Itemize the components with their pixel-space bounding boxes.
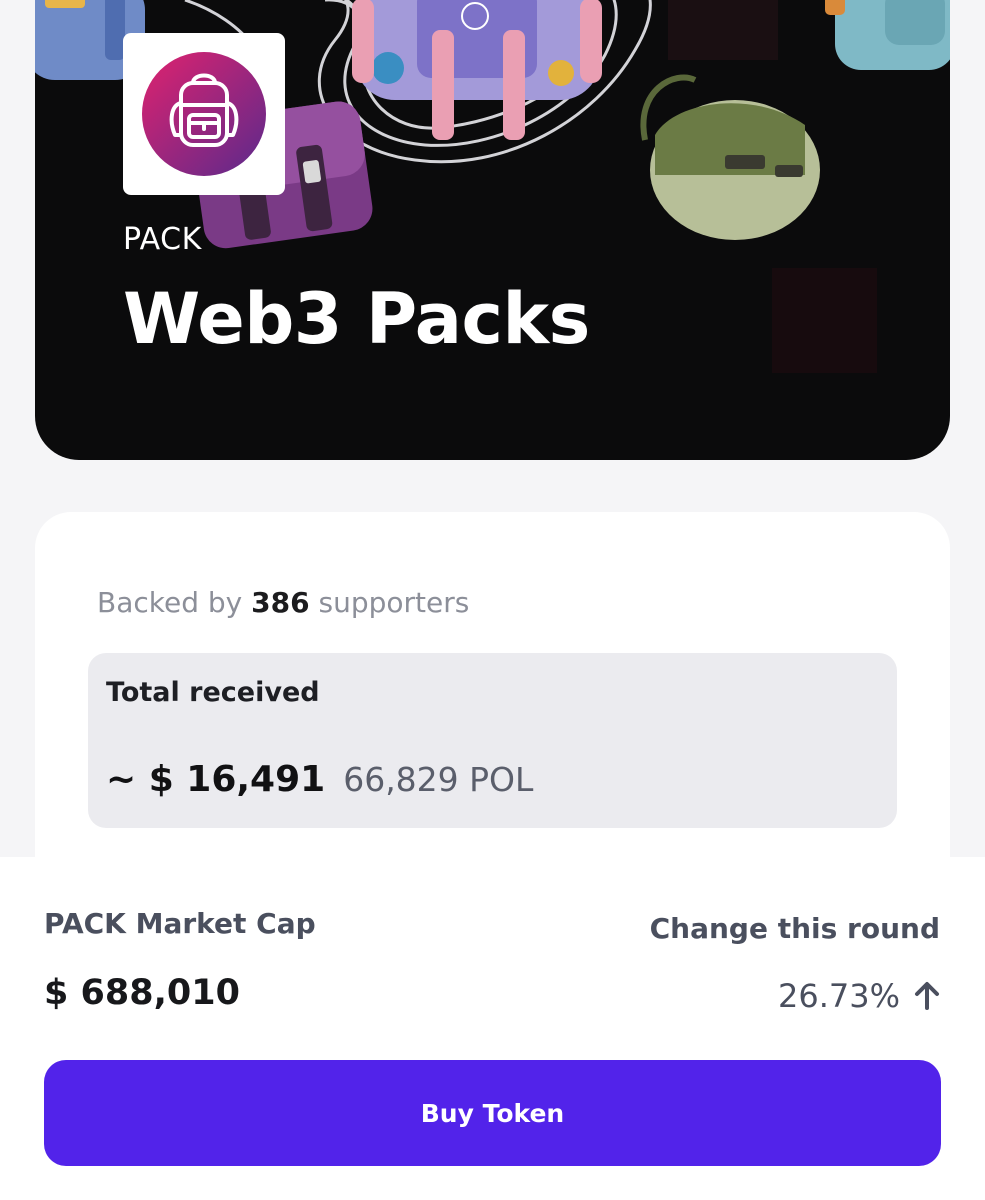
change-value-row: 26.73%: [778, 977, 940, 1015]
buy-token-button[interactable]: Buy Token: [44, 1060, 941, 1166]
hero-banner: PACK Web3 Packs: [35, 0, 950, 460]
supporters-count: 386: [251, 586, 310, 619]
project-logo: [123, 33, 285, 195]
backers-line: Backed by 386 supporters: [97, 586, 469, 619]
trade-sheet: PACK Market Cap $ 688,010 Change this ro…: [0, 857, 985, 1200]
total-received-label: Total received: [106, 677, 320, 708]
project-page: PACK Web3 Packs Backed by 386 supporters…: [0, 0, 985, 1200]
total-received-pol: 66,829 POL: [343, 760, 534, 799]
total-received-values: ~ $ 16,491 66,829 POL: [106, 759, 533, 800]
arrow-up-icon: [915, 982, 939, 1010]
project-title: Web3 Packs: [123, 278, 590, 360]
market-cap-value: $ 688,010: [44, 973, 240, 1013]
project-ticker: PACK: [123, 222, 202, 257]
backed-prefix: Backed by: [97, 586, 243, 619]
change-label: Change this round: [649, 912, 940, 945]
market-cap-label: PACK Market Cap: [44, 907, 316, 940]
total-received-box: Total received ~ $ 16,491 66,829 POL: [88, 653, 897, 828]
change-value: 26.73%: [777, 977, 900, 1015]
backed-suffix: supporters: [318, 586, 470, 619]
backpack-icon: [142, 52, 266, 176]
total-received-usd: ~ $ 16,491: [106, 759, 326, 800]
funding-card: Backed by 386 supporters Total received …: [35, 512, 950, 912]
